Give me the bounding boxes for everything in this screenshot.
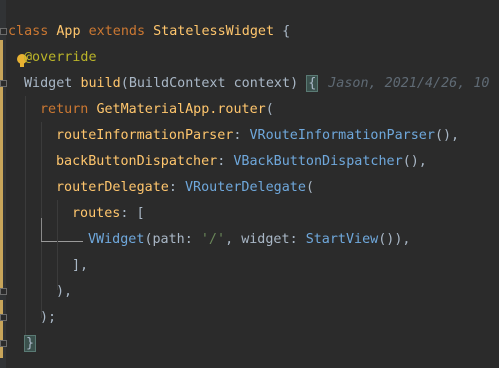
named-arg[interactable]: widget xyxy=(241,232,289,247)
named-arg[interactable]: routeInformationParser xyxy=(56,128,233,143)
call-tail: (), xyxy=(434,128,460,143)
matched-brace: } xyxy=(24,335,37,352)
colon: : xyxy=(233,128,242,143)
code-line-4[interactable]: return GetMaterialApp.router( xyxy=(40,97,274,123)
annotation-override[interactable]: @override xyxy=(24,50,97,65)
class-name[interactable]: App xyxy=(56,24,80,39)
indent-guide xyxy=(25,96,26,346)
close-paren: ) xyxy=(290,76,299,91)
colon: : xyxy=(289,232,298,247)
colon: : xyxy=(120,206,129,221)
git-blame-hint[interactable]: Jason, 2021/4/26, 10 xyxy=(328,76,489,91)
call-tail: (), xyxy=(402,154,427,169)
constructor-call[interactable]: VRouteInformationParser xyxy=(250,128,435,143)
constructor-call[interactable]: VBackButtonDispatcher xyxy=(233,154,402,169)
method-name[interactable]: build xyxy=(80,76,120,91)
open-paren: ( xyxy=(120,76,129,91)
code-line-2[interactable]: @override xyxy=(24,45,97,71)
code-line-1[interactable]: class App extends StatelessWidget { xyxy=(8,19,290,45)
constructor-call[interactable]: StartView xyxy=(306,232,379,247)
matched-brace: { xyxy=(306,75,319,92)
code-line-11[interactable]: ), xyxy=(56,279,72,305)
fold-marker-icon[interactable] xyxy=(0,314,7,321)
constructor-call[interactable]: VWidget xyxy=(88,232,144,247)
code-line-9[interactable]: VWidget(path: '/', widget: StartView()), xyxy=(88,227,411,253)
named-arg[interactable]: routes xyxy=(72,206,120,221)
colon: : xyxy=(168,180,177,195)
return-type[interactable]: Widget xyxy=(24,76,72,91)
fold-marker-icon[interactable] xyxy=(0,28,7,35)
open-paren: ( xyxy=(265,102,274,117)
named-arg[interactable]: routerDelegate xyxy=(56,180,169,195)
code-line-6[interactable]: backButtonDispatcher: VBackButtonDispatc… xyxy=(56,149,427,175)
constructor-call[interactable]: VRouterDelegate xyxy=(185,180,306,195)
parent-class[interactable]: StatelessWidget xyxy=(153,24,274,39)
comma: , xyxy=(225,232,234,247)
code-line-8[interactable]: routes: [ xyxy=(72,201,145,227)
colon: : xyxy=(184,232,193,247)
indent-guide-connector xyxy=(41,241,83,242)
param-type[interactable]: BuildContext xyxy=(129,76,226,91)
indent-guide xyxy=(57,200,58,290)
keyword-class: class xyxy=(8,24,49,39)
code-line-10[interactable]: ], xyxy=(72,253,88,279)
close-paren: ); xyxy=(40,310,57,325)
call-tail: ()), xyxy=(378,232,411,247)
call-tail: ( xyxy=(305,180,314,195)
code-line-5[interactable]: routeInformationParser: VRouteInformatio… xyxy=(56,123,459,149)
keyword-extends: extends xyxy=(88,24,146,39)
open-brace: { xyxy=(282,24,291,39)
string-literal[interactable]: '/' xyxy=(201,232,225,247)
vcs-change-bar[interactable] xyxy=(0,300,3,358)
code-line-7[interactable]: routerDelegate: VRouterDelegate( xyxy=(56,175,314,201)
fold-marker-icon[interactable] xyxy=(0,80,7,87)
code-line-13[interactable]: } xyxy=(24,331,37,357)
named-arg[interactable]: path xyxy=(153,232,185,247)
named-arg[interactable]: backButtonDispatcher xyxy=(56,154,217,169)
code-line-12[interactable]: ); xyxy=(40,305,56,331)
indent-guide-active xyxy=(41,218,42,242)
fold-marker-icon[interactable] xyxy=(0,288,7,295)
fold-marker-icon[interactable] xyxy=(0,340,7,347)
open-bracket: [ xyxy=(136,206,145,221)
colon: : xyxy=(217,154,226,169)
vcs-change-bar[interactable] xyxy=(0,40,3,290)
param-name[interactable]: context xyxy=(234,76,290,91)
close-paren: ), xyxy=(56,284,73,299)
keyword-return: return xyxy=(40,102,89,117)
open-paren: ( xyxy=(144,232,153,247)
close-bracket: ], xyxy=(72,258,89,273)
call-name[interactable]: GetMaterialApp.router xyxy=(96,102,265,117)
code-line-3[interactable]: Widget build(BuildContext context) { Jaso… xyxy=(24,71,490,97)
